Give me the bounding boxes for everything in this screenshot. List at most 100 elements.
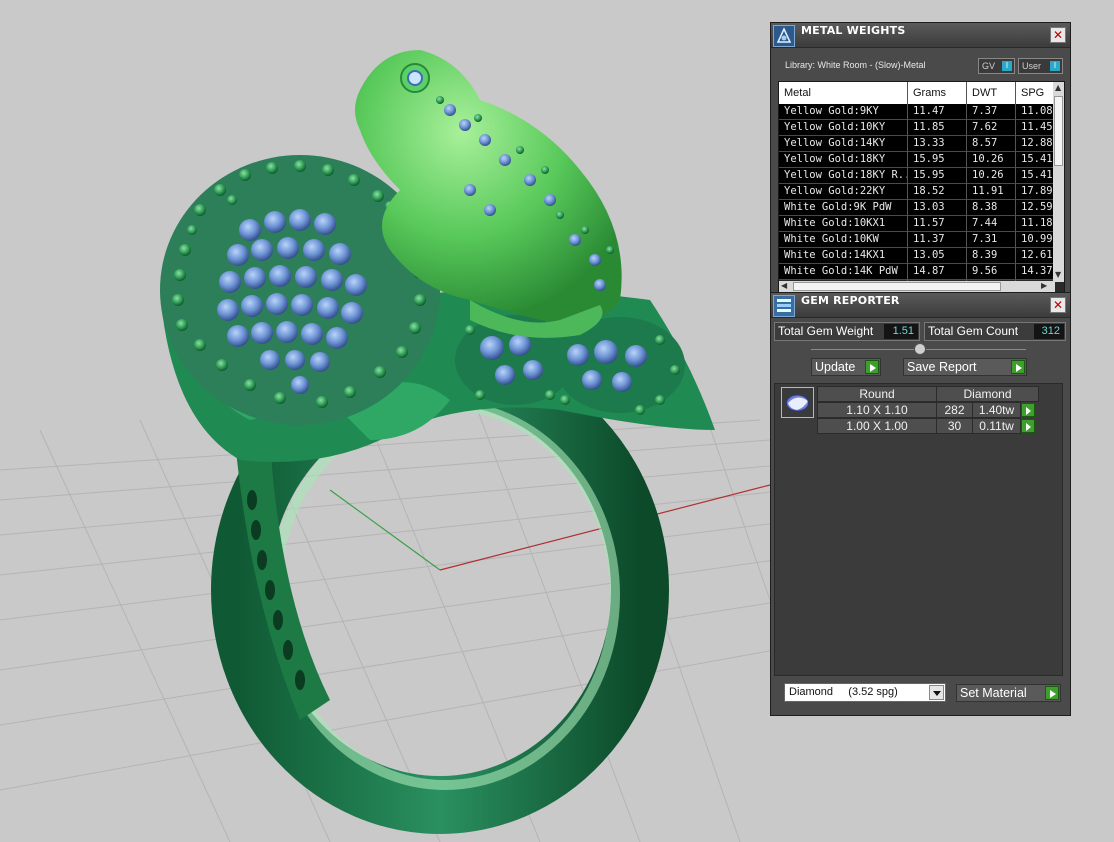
metal-name: Yellow Gold:9KY (784, 105, 879, 117)
total-gem-count-value: 312 (1034, 324, 1064, 339)
col-header-metal[interactable]: Metal (784, 87, 811, 99)
metal-name: Yellow Gold:18KY (784, 153, 886, 165)
metal-table-row[interactable]: Yellow Gold:18KY 15.95 10.26 15.41 (779, 152, 1055, 168)
close-icon[interactable]: ✕ (1050, 297, 1066, 313)
metal-table-row[interactable]: White Gold:14KX1 13.05 8.39 12.61 (779, 248, 1055, 264)
gem-count: 282 (936, 402, 973, 418)
metal-weights-table[interactable]: Metal Grams DWT SPG Yellow Gold:9KY 11.47… (778, 81, 1065, 293)
metal-dwt: 8.38 (972, 201, 998, 213)
go-arrow-icon[interactable] (1021, 403, 1035, 417)
column-divider (966, 82, 967, 292)
metal-name: White Gold:10KW (784, 233, 879, 245)
save-report-button[interactable]: Save Report (903, 358, 1027, 376)
total-gem-count: Total Gem Count 312 (924, 322, 1066, 341)
metal-table-horizontal-scrollbar[interactable]: ◀ ▶ (779, 281, 1055, 292)
gem-shape-header: Round (817, 386, 937, 402)
metal-name: White Gold:14K PdW (784, 265, 898, 277)
gem-total-weight: 1.40tw (972, 402, 1021, 418)
metal-table-vertical-scrollbar[interactable]: ▲ ▼ (1053, 82, 1064, 282)
metal-weights-panel: METAL WEIGHTS ✕ Library: White Room - (S… (770, 22, 1071, 294)
scroll-right-icon[interactable]: ▶ (1041, 281, 1047, 291)
close-icon[interactable]: ✕ (1050, 27, 1066, 43)
metal-table-row[interactable]: White Gold:14K PdW 14.87 9.56 14.37 (779, 264, 1055, 280)
metal-weights-logo-icon (773, 25, 795, 47)
user-toggle[interactable]: User I (1018, 58, 1063, 74)
col-header-grams[interactable]: Grams (913, 87, 946, 99)
metal-spg: 12.61 (1021, 249, 1053, 261)
metal-table-header: Metal Grams DWT SPG (779, 82, 1055, 104)
gem-total-weight: 0.11tw (972, 418, 1021, 434)
column-divider (907, 82, 908, 292)
metal-dwt: 7.44 (972, 217, 998, 229)
go-arrow-icon (1011, 360, 1025, 374)
metal-name: Yellow Gold:10KY (784, 121, 886, 133)
scroll-left-icon[interactable]: ◀ (781, 281, 787, 291)
total-gem-count-label: Total Gem Count (928, 324, 1019, 338)
metal-name: White Gold:14KX1 (784, 249, 886, 261)
metal-table-row[interactable]: Yellow Gold:22KY 18.52 11.91 17.89 (779, 184, 1055, 200)
metal-dwt: 7.62 (972, 121, 998, 133)
vertical-scroll-thumb[interactable] (1054, 96, 1063, 166)
gem-list[interactable]: Round Diamond 1.10 X 1.10 282 1.40tw 1.0… (774, 383, 1063, 676)
col-header-spg[interactable]: SPG (1021, 87, 1044, 99)
gem-reporter-titlebar[interactable]: GEM REPORTER ✕ (771, 293, 1070, 318)
update-button[interactable]: Update (811, 358, 881, 376)
round-gem-icon[interactable] (781, 387, 814, 418)
metal-dwt: 8.39 (972, 249, 998, 261)
metal-name: Yellow Gold:18KY R... (784, 169, 908, 181)
gem-count: 30 (936, 418, 973, 434)
metal-dwt: 10.26 (972, 153, 1004, 165)
metal-grams: 18.52 (913, 185, 945, 197)
metal-name: Yellow Gold:22KY (784, 185, 886, 197)
metal-table-row[interactable]: White Gold:9K PdW 13.03 8.38 12.59 (779, 200, 1055, 216)
dropdown-arrow-icon[interactable] (929, 685, 944, 700)
metal-table-row[interactable]: Yellow Gold:14KY 13.33 8.57 12.88 (779, 136, 1055, 152)
scroll-up-icon[interactable]: ▲ (1055, 83, 1061, 93)
horizontal-scroll-thumb[interactable] (793, 282, 1001, 291)
report-slider-handle[interactable] (914, 343, 926, 355)
save-report-button-label: Save Report (907, 360, 977, 374)
metal-spg: 17.89 (1021, 185, 1053, 197)
update-button-label: Update (815, 360, 856, 374)
metal-spg: 15.41 (1021, 153, 1053, 165)
metal-dwt: 11.91 (972, 185, 1004, 197)
total-gem-weight-value: 1.51 (884, 324, 918, 339)
material-select[interactable]: Diamond (3.52 spg) (784, 683, 946, 702)
metal-table-row[interactable]: Yellow Gold:9KY 11.47 7.37 11.08 (779, 104, 1055, 120)
gem-reporter-logo-icon (773, 295, 795, 317)
metal-spg: 11.18 (1021, 217, 1053, 229)
metal-dwt: 10.26 (972, 169, 1004, 181)
metal-grams: 13.33 (913, 137, 945, 149)
metal-grams: 13.03 (913, 201, 945, 213)
metal-dwt: 7.31 (972, 233, 998, 245)
metal-grams: 15.95 (913, 169, 945, 181)
user-toggle-switch-icon: I (1050, 61, 1060, 71)
metal-spg: 15.41 (1021, 169, 1053, 181)
metal-grams: 13.05 (913, 249, 945, 261)
metal-spg: 14.37 (1021, 265, 1053, 277)
metal-table-row[interactable]: White Gold:10KX1 11.57 7.44 11.18 (779, 216, 1055, 232)
metal-dwt: 7.37 (972, 105, 998, 117)
metal-table-row[interactable]: White Gold:10KW 11.37 7.31 10.99 (779, 232, 1055, 248)
material-select-value: Diamond (3.52 spg) (789, 686, 898, 698)
metal-weights-titlebar[interactable]: METAL WEIGHTS ✕ (771, 23, 1070, 48)
total-gem-weight-label: Total Gem Weight (778, 324, 874, 338)
scroll-down-icon[interactable]: ▼ (1055, 270, 1061, 280)
go-arrow-icon[interactable] (1021, 419, 1035, 433)
set-material-button[interactable]: Set Material (956, 684, 1061, 702)
metal-grams: 11.47 (913, 105, 945, 117)
gem-size: 1.10 X 1.10 (817, 402, 937, 418)
library-label: Library: White Room - (Slow)-Metal (785, 60, 926, 70)
ground-grid (0, 369, 831, 842)
metal-grams: 11.85 (913, 121, 945, 133)
metal-table-row[interactable]: Yellow Gold:10KY 11.85 7.62 11.45 (779, 120, 1055, 136)
col-header-dwt[interactable]: DWT (972, 87, 997, 99)
metal-grams: 15.95 (913, 153, 945, 165)
user-toggle-label: User (1022, 61, 1042, 71)
gem-reporter-title: GEM REPORTER (801, 294, 900, 307)
metal-spg: 12.59 (1021, 201, 1053, 213)
metal-table-row[interactable]: Yellow Gold:18KY R... 15.95 10.26 15.41 (779, 168, 1055, 184)
gem-material-header: Diamond (936, 386, 1039, 402)
column-divider (1015, 82, 1016, 292)
gv-toggle[interactable]: GV I (978, 58, 1015, 74)
